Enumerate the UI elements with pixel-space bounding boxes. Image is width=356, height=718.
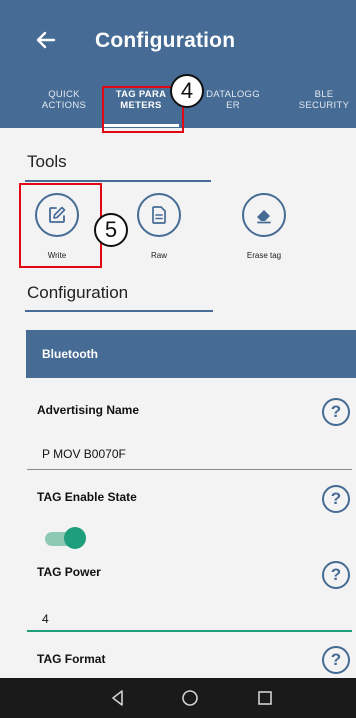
tools-section-divider — [25, 180, 211, 182]
raw-label: Raw — [150, 251, 167, 260]
erase-tag-label: Erase tag — [246, 251, 282, 260]
tag-enable-state-help-button[interactable]: ? — [322, 485, 350, 513]
nav-recents-icon[interactable] — [255, 688, 275, 708]
nav-back-icon[interactable] — [108, 688, 128, 708]
document-icon — [152, 206, 166, 224]
edit-icon — [49, 206, 66, 223]
tab-tag-parameters[interactable]: TAG PARA METERS — [101, 89, 181, 111]
bluetooth-card-header: Bluetooth — [26, 330, 356, 378]
step-callout-5: 5 — [94, 213, 128, 247]
tab-ble-security[interactable]: BLE SECURITY — [284, 89, 356, 111]
step-callout-4: 4 — [170, 74, 204, 108]
tag-power-input[interactable]: 4 — [42, 612, 49, 626]
active-tab-indicator — [103, 124, 179, 127]
tag-power-label: TAG Power — [37, 565, 101, 579]
configuration-section-divider — [25, 310, 213, 312]
nav-home-icon[interactable] — [180, 688, 200, 708]
write-label: Write — [47, 251, 67, 260]
advertising-name-help-button[interactable]: ? — [322, 398, 350, 426]
tag-power-help-button[interactable]: ? — [322, 561, 350, 589]
tag-enable-state-label: TAG Enable State — [37, 490, 137, 504]
back-arrow-icon[interactable] — [34, 28, 58, 52]
configuration-section-title: Configuration — [27, 283, 129, 302]
advertising-name-underline — [27, 469, 352, 470]
switch-thumb — [64, 527, 86, 549]
write-button[interactable] — [35, 193, 79, 237]
advertising-name-input[interactable]: P MOV B0070F — [42, 447, 126, 461]
tab-quick-actions[interactable]: QUICK ACTIONS — [24, 89, 104, 111]
raw-button[interactable] — [137, 193, 181, 237]
tools-section-title: Tools — [27, 152, 67, 171]
eraser-icon — [257, 210, 271, 224]
app-bar: Configuration QUICK ACTIONS TAG PARA MET… — [0, 0, 356, 128]
tag-power-underline-focused — [27, 630, 352, 632]
page-title: Configuration — [95, 29, 236, 52]
erase-tag-button[interactable] — [242, 193, 286, 237]
tag-format-label: TAG Format — [37, 652, 106, 666]
advertising-name-label: Advertising Name — [37, 403, 140, 417]
bluetooth-header-label: Bluetooth — [42, 347, 98, 361]
system-nav-bar — [0, 678, 356, 718]
tag-format-help-button[interactable]: ? — [322, 646, 350, 674]
tab-datalogger[interactable]: DATALOGG ER — [193, 89, 273, 111]
